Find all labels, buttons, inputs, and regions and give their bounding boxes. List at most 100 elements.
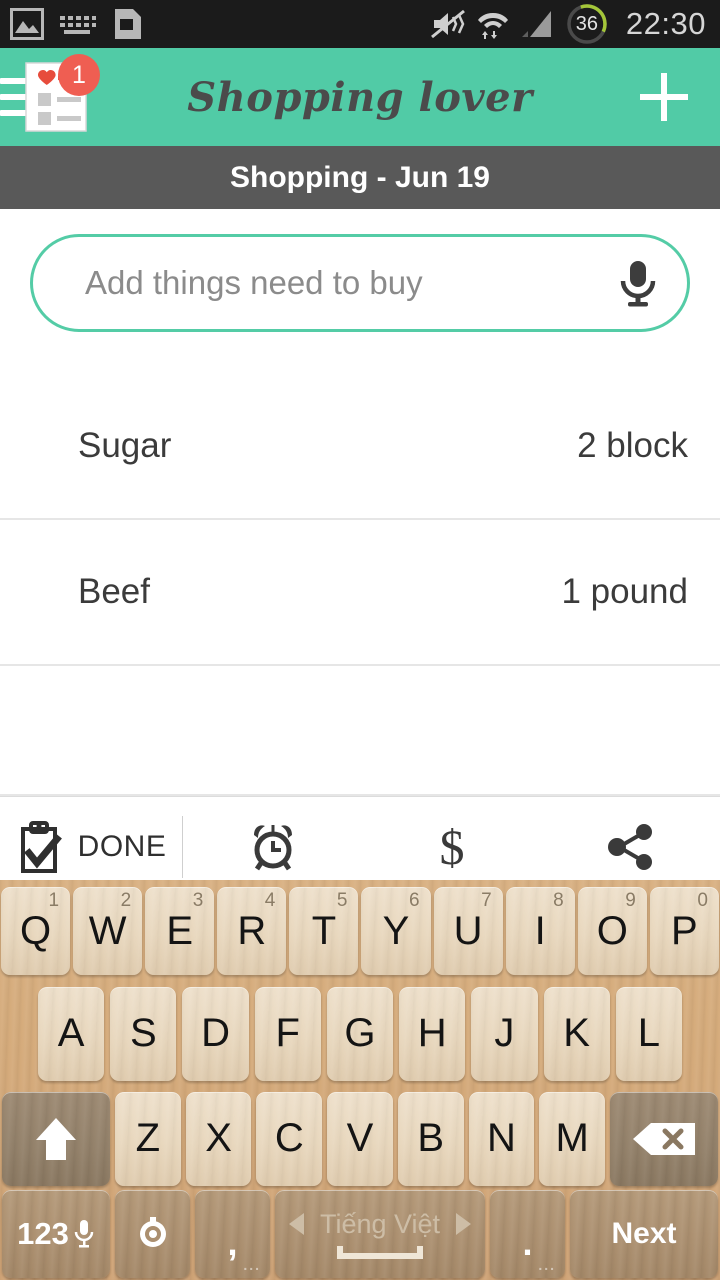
key-number: 4 [264, 890, 276, 911]
arrow-left-icon[interactable] [288, 1213, 304, 1235]
status-bar-left-icons [10, 7, 144, 41]
status-bar: 36 22:30 [0, 0, 720, 48]
key-label: K [563, 1011, 590, 1055]
period-key[interactable]: . ... [490, 1190, 565, 1278]
key-label: G [344, 1011, 376, 1055]
key-label: H [417, 1011, 447, 1055]
microphone-icon [74, 1220, 94, 1248]
key-e[interactable]: 3E [145, 887, 215, 975]
key-l[interactable]: L [615, 986, 682, 1081]
dollar-sign-icon: $ [439, 820, 464, 874]
key-number: 9 [625, 890, 636, 911]
battery-percent-label: 36 [575, 12, 599, 35]
space-language-label: Tiếng Việt [288, 1208, 472, 1240]
key-v[interactable]: V [327, 1091, 393, 1186]
long-press-dots: ... [538, 1257, 556, 1273]
key-g[interactable]: G [326, 986, 394, 1081]
key-x[interactable]: X [185, 1091, 252, 1186]
key-h[interactable]: H [399, 986, 466, 1081]
add-item-field[interactable]: Add things need to buy [30, 234, 690, 332]
key-p[interactable]: 0P [649, 887, 719, 975]
list-subtitle-bar: Shopping - Jun 19 [0, 146, 720, 209]
key-label: R [237, 908, 267, 953]
add-item-placeholder[interactable]: Add things need to buy [85, 264, 617, 302]
key-d[interactable]: D [182, 986, 249, 1081]
enter-next-key[interactable]: Next [570, 1190, 718, 1278]
cellular-signal-icon [521, 11, 551, 37]
key-s[interactable]: S [110, 986, 177, 1081]
backspace-delete-icon [633, 1122, 696, 1155]
key-label: Next [611, 1217, 677, 1250]
key-n[interactable]: N [468, 1091, 535, 1186]
key-label: I [534, 908, 546, 953]
key-label: X [205, 1116, 232, 1160]
table-row[interactable]: Beef 1 pound [0, 520, 720, 666]
clipboard-check-icon [20, 820, 62, 873]
share-icon [607, 823, 652, 870]
key-label: L [637, 1011, 660, 1055]
backspace-key[interactable] [610, 1091, 719, 1186]
key-f[interactable]: F [254, 986, 321, 1081]
key-a[interactable]: A [38, 986, 105, 1081]
long-press-dots: ... [243, 1257, 261, 1273]
numeric-mode-key[interactable]: 123 [2, 1190, 110, 1278]
key-label: D [201, 1011, 230, 1055]
list-subtitle-label: Shopping - Jun 19 [230, 160, 490, 194]
language-label: Tiếng Việt [319, 1208, 441, 1239]
key-label: Z [135, 1116, 161, 1160]
gallery-icon [10, 8, 44, 40]
key-label: S [129, 1011, 157, 1055]
notification-badge: 1 [58, 54, 100, 96]
key-k[interactable]: K [543, 986, 610, 1081]
key-y[interactable]: 6Y [361, 887, 431, 975]
key-z[interactable]: Z [115, 1091, 181, 1186]
status-bar-clock: 22:30 [625, 6, 706, 41]
key-u[interactable]: 7U [433, 887, 503, 975]
shopping-list-heart-icon[interactable]: 1 [18, 54, 100, 135]
key-number: 7 [481, 890, 492, 911]
key-w[interactable]: 2W [73, 887, 143, 975]
item-quantity: 1 pound [561, 572, 688, 611]
keyboard-settings-icon [139, 1217, 166, 1247]
key-label: J [494, 1011, 515, 1055]
space-key[interactable]: Tiếng Việt [275, 1190, 485, 1278]
key-label: M [555, 1116, 589, 1160]
comma-key[interactable]: , ... [195, 1190, 270, 1278]
battery-icon: 36 [565, 2, 609, 46]
key-o[interactable]: 9O [577, 887, 647, 975]
empty-list-area [0, 666, 720, 796]
key-number: 5 [336, 890, 348, 911]
key-r[interactable]: 4R [217, 887, 287, 975]
keyboard-settings-key[interactable] [115, 1190, 190, 1278]
wifi-icon [477, 13, 508, 39]
numeric-label: 123 [17, 1216, 69, 1251]
key-label: Q [19, 908, 52, 953]
table-row[interactable]: Sugar 2 block [0, 374, 720, 520]
key-t[interactable]: 5T [289, 887, 359, 975]
microphone-icon[interactable] [617, 259, 659, 307]
page-title: Shopping lover [187, 73, 533, 121]
key-number: 3 [192, 890, 204, 911]
shift-key[interactable] [2, 1091, 110, 1186]
key-label: T [311, 908, 337, 953]
alarm-clock-icon [253, 824, 292, 870]
key-number: 6 [408, 890, 420, 911]
key-i[interactable]: 8I [505, 887, 575, 975]
key-label: O [596, 908, 628, 953]
key-c[interactable]: C [256, 1091, 323, 1186]
key-label: U [453, 908, 483, 953]
item-name: Sugar [78, 426, 172, 465]
key-label: F [275, 1011, 300, 1055]
item-quantity: 2 block [577, 426, 688, 465]
status-bar-right-icons: 36 22:30 [430, 2, 706, 46]
key-j[interactable]: J [471, 986, 538, 1081]
svg-text:$: $ [439, 820, 464, 874]
key-m[interactable]: M [539, 1091, 606, 1186]
key-number: 2 [120, 890, 132, 911]
plus-icon[interactable] [636, 69, 692, 125]
key-b[interactable]: B [397, 1091, 464, 1186]
key-label: N [487, 1116, 516, 1160]
keyboard-icon [60, 16, 96, 34]
arrow-right-icon[interactable] [456, 1213, 472, 1235]
key-q[interactable]: 1Q [1, 887, 71, 975]
